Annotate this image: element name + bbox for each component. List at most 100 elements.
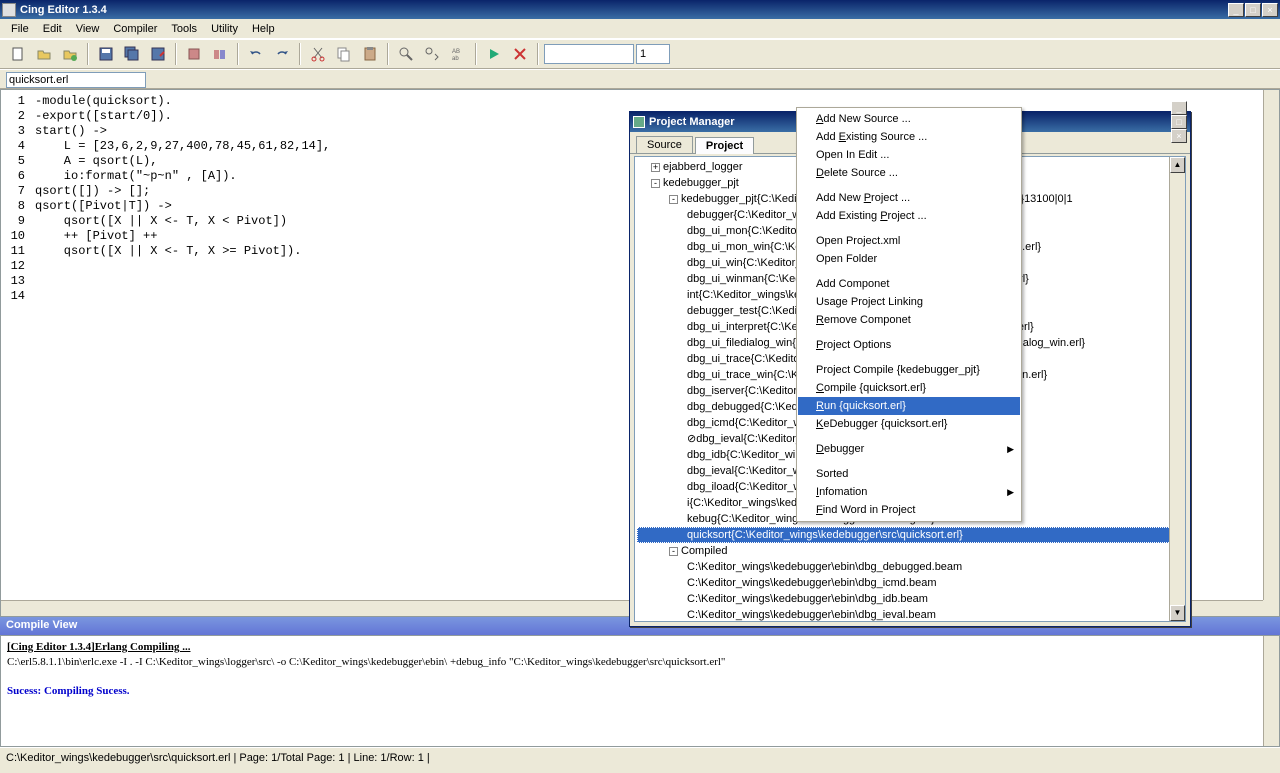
tree-label: C:\Keditor_wings\kedebugger\ebin\dbg_idb… [687, 593, 928, 605]
submenu-arrow-icon: ▶ [1007, 487, 1014, 498]
find-next-button[interactable] [420, 42, 444, 66]
menu-separator [799, 228, 1019, 229]
minimize-button[interactable]: _ [1228, 3, 1244, 17]
tree-row[interactable]: quicksort{C:\Keditor_wings\kedebugger\sr… [637, 527, 1183, 543]
menu-separator [799, 461, 1019, 462]
menu-item[interactable]: Sorted [798, 465, 1020, 483]
window-title: Cing Editor 1.3.4 [20, 4, 1228, 16]
toolbar: ABab [0, 39, 1280, 69]
tree-row[interactable]: -Compiled [637, 543, 1183, 559]
menu-file[interactable]: File [4, 21, 36, 37]
compile-line-header: [Cing Editor 1.3.4]Erlang Compiling ... [7, 640, 1273, 655]
svg-text:ab: ab [452, 56, 459, 62]
compile-vscrollbar[interactable] [1263, 636, 1279, 746]
tree-label: C:\Keditor_wings\kedebugger\ebin\dbg_icm… [687, 577, 937, 589]
compile-line-result: Sucess: Compiling Sucess. [7, 684, 1273, 699]
tree-row[interactable]: C:\Keditor_wings\kedebugger\ebin\dbg_deb… [637, 559, 1183, 575]
compile-view-body: [Cing Editor 1.3.4]Erlang Compiling ... … [0, 635, 1280, 747]
tree-row[interactable]: C:\Keditor_wings\kedebugger\ebin\dbg_idb… [637, 591, 1183, 607]
menu-item[interactable]: Open Folder [798, 250, 1020, 268]
tree-label: Compiled [681, 545, 727, 557]
menu-item[interactable]: Open Project.xml [798, 232, 1020, 250]
stop-button[interactable] [508, 42, 532, 66]
replace-button[interactable]: ABab [446, 42, 470, 66]
menu-item[interactable]: Add Existing Project ... [798, 207, 1020, 225]
tree-expand-icon[interactable]: - [669, 195, 678, 204]
paste-button[interactable] [358, 42, 382, 66]
menu-tools[interactable]: Tools [164, 21, 204, 37]
menu-item[interactable]: Run {quicksort.erl} [798, 397, 1020, 415]
cut-button[interactable] [306, 42, 330, 66]
open-project-button[interactable] [58, 42, 82, 66]
menu-separator [799, 357, 1019, 358]
maximize-button[interactable]: □ [1245, 3, 1261, 17]
undo-button[interactable] [244, 42, 268, 66]
redo-button[interactable] [270, 42, 294, 66]
filename-input[interactable] [6, 72, 146, 88]
submenu-arrow-icon: ▶ [1007, 444, 1014, 455]
open-button[interactable] [32, 42, 56, 66]
menu-help[interactable]: Help [245, 21, 282, 37]
menu-edit[interactable]: Edit [36, 21, 69, 37]
tree-expand-icon[interactable]: + [651, 163, 660, 172]
books-button[interactable] [208, 42, 232, 66]
statusbar: C:\Keditor_wings\kedebugger\src\quicksor… [0, 747, 1280, 767]
book-button[interactable] [182, 42, 206, 66]
line-gutter: 1234567891011121314 [1, 90, 29, 304]
filename-bar [0, 69, 1280, 89]
tree-label: ejabberd_logger [663, 161, 743, 173]
menu-item[interactable]: Add New Source ... [798, 110, 1020, 128]
pm-close-button[interactable]: × [1171, 129, 1187, 143]
close-button[interactable]: × [1262, 3, 1278, 17]
window-titlebar: Cing Editor 1.3.4 _ □ × [0, 0, 1280, 19]
menu-item[interactable]: Compile {quicksort.erl} [798, 379, 1020, 397]
code-content[interactable]: -module(quicksort).-export([start/0]).st… [29, 90, 330, 304]
save-button[interactable] [94, 42, 118, 66]
menu-item[interactable]: Project Options [798, 336, 1020, 354]
toolbar-num-input[interactable] [636, 44, 670, 64]
menubar: File Edit View Compiler Tools Utility He… [0, 19, 1280, 39]
menu-item[interactable]: Add New Project ... [798, 189, 1020, 207]
copy-button[interactable] [332, 42, 356, 66]
scroll-down-icon[interactable]: ▼ [1170, 605, 1185, 621]
tree-label: C:\Keditor_wings\kedebugger\ebin\dbg_deb… [687, 561, 962, 573]
pm-tab-source[interactable]: Source [636, 136, 693, 153]
tree-expand-icon[interactable]: - [651, 179, 660, 188]
menu-separator [799, 332, 1019, 333]
tree-expand-icon[interactable]: - [669, 547, 678, 556]
menu-item[interactable]: Usage Project Linking [798, 293, 1020, 311]
pm-icon [633, 116, 645, 128]
compile-line-command: C:\erl5.8.1.1\bin\erlc.exe -I . -I C:\Ke… [7, 655, 1273, 670]
menu-item[interactable]: Project Compile {kedebugger_pjt} [798, 361, 1020, 379]
menu-item[interactable]: Debugger▶ [798, 440, 1020, 458]
tree-row[interactable]: C:\Keditor_wings\kedebugger\ebin\dbg_iev… [637, 607, 1183, 622]
pm-tab-project[interactable]: Project [695, 137, 754, 154]
tree-label: kedebugger_pjt [663, 177, 739, 189]
pm-maximize-button[interactable]: □ [1171, 115, 1187, 129]
tree-row[interactable]: C:\Keditor_wings\kedebugger\ebin\dbg_icm… [637, 575, 1183, 591]
scroll-up-icon[interactable]: ▲ [1170, 157, 1185, 173]
pm-tree-vscrollbar[interactable]: ▲ ▼ [1169, 157, 1185, 621]
save-all-button[interactable] [120, 42, 144, 66]
menu-item[interactable]: Remove Componet [798, 311, 1020, 329]
menu-view[interactable]: View [69, 21, 107, 37]
editor-vscrollbar[interactable] [1263, 90, 1279, 600]
menu-item[interactable]: Add Existing Source ... [798, 128, 1020, 146]
menu-item[interactable]: Open In Edit ... [798, 146, 1020, 164]
compile-view-panel: Compile View [Cing Editor 1.3.4]Erlang C… [0, 617, 1280, 747]
menu-item[interactable]: KeDebugger {quicksort.erl} [798, 415, 1020, 433]
app-icon [2, 3, 16, 17]
new-file-button[interactable] [6, 42, 30, 66]
pm-minimize-button[interactable]: _ [1171, 101, 1187, 115]
menu-item[interactable]: Find Word in Project [798, 501, 1020, 519]
menu-utility[interactable]: Utility [204, 21, 245, 37]
toolbar-search-input[interactable] [544, 44, 634, 64]
svg-text:AB: AB [452, 49, 460, 55]
run-button[interactable] [482, 42, 506, 66]
menu-item[interactable]: Infomation▶ [798, 483, 1020, 501]
menu-compiler[interactable]: Compiler [106, 21, 164, 37]
find-button[interactable] [394, 42, 418, 66]
save-as-button[interactable] [146, 42, 170, 66]
menu-item[interactable]: Add Componet [798, 275, 1020, 293]
menu-item[interactable]: Delete Source ... [798, 164, 1020, 182]
